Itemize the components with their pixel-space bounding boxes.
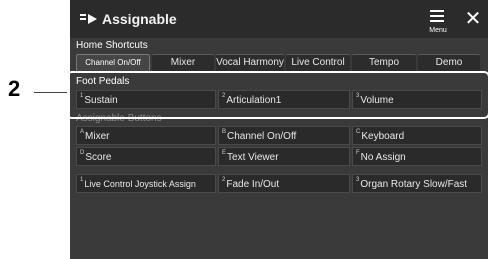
assign-button-e-label: Text Viewer <box>227 152 279 163</box>
assignable-icon <box>80 14 97 24</box>
callout-leader-line <box>34 92 67 93</box>
assign-button-a-label: Mixer <box>85 131 110 142</box>
shortcut-vocal-harmony[interactable]: Vocal Harmony <box>216 54 284 71</box>
assign-button-d-label: Score <box>85 152 112 163</box>
menu-label: Menu <box>429 27 447 34</box>
shortcut-channel-on-off[interactable]: Channel On/Off <box>76 54 150 72</box>
live-control-2[interactable]: 2Fade In/Out <box>218 174 350 193</box>
home-shortcuts-row: Channel On/Off Mixer Vocal Harmony Live … <box>76 54 480 72</box>
assign-button-e[interactable]: EText Viewer <box>218 147 350 166</box>
live-control-row: 1Live Control Joystick Assign 2Fade In/O… <box>76 174 482 193</box>
assign-button-d[interactable]: DScore <box>76 147 216 166</box>
close-button[interactable]: ✕ <box>462 6 484 32</box>
live-control-2-label: Fade In/Out <box>226 179 280 190</box>
assign-button-c[interactable]: CKeyboard <box>352 126 482 145</box>
live-control-1-label: Live Control Joystick Assign <box>84 179 196 189</box>
home-shortcuts-label: Home Shortcuts <box>76 40 148 51</box>
shortcut-tempo[interactable]: Tempo <box>352 54 416 71</box>
shortcut-mixer[interactable]: Mixer <box>152 54 214 71</box>
title-bar: Assignable Menu ✕ <box>70 0 488 38</box>
live-control-3-label: Organ Rotary Slow/Fast <box>360 179 468 190</box>
menu-button[interactable]: Menu <box>422 6 454 36</box>
assign-button-f-label: No Assign <box>360 152 406 163</box>
foot-pedals-highlight <box>70 71 488 119</box>
assignable-row-2: DScore EText Viewer FNo Assign <box>76 147 482 166</box>
page-title: Assignable <box>102 11 177 27</box>
shortcut-live-control[interactable]: Live Control <box>286 54 350 71</box>
live-control-3[interactable]: 3Organ Rotary Slow/Fast <box>352 174 482 193</box>
live-control-1[interactable]: 1Live Control Joystick Assign <box>76 174 216 193</box>
assign-button-b-label: Channel On/Off <box>227 131 297 142</box>
assignable-row-1: AMixer BChannel On/Off CKeyboard <box>76 126 482 145</box>
shortcut-demo[interactable]: Demo <box>418 54 480 71</box>
assign-button-a[interactable]: AMixer <box>76 126 216 145</box>
assign-button-f[interactable]: FNo Assign <box>352 147 482 166</box>
callout-number: 2 <box>8 76 21 101</box>
assign-button-c-label: Keyboard <box>361 131 405 142</box>
menu-icon <box>430 10 444 25</box>
assignable-screen: Assignable Menu ✕ Home Shortcuts Channel… <box>70 0 488 259</box>
assign-button-b[interactable]: BChannel On/Off <box>218 126 350 145</box>
